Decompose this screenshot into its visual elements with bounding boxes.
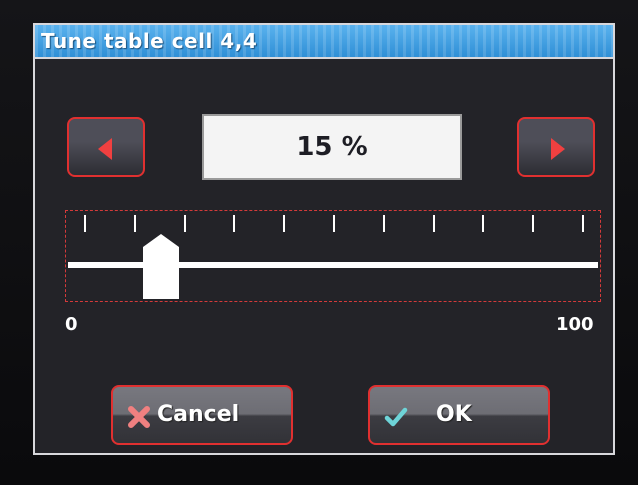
cancel-label: Cancel — [157, 402, 240, 427]
slider-tick — [333, 215, 335, 232]
arrow-right-icon — [551, 138, 565, 160]
slider-tick — [283, 215, 286, 232]
x-mark-icon — [128, 406, 150, 428]
slider-tick — [382, 215, 385, 232]
checkmark-icon — [384, 407, 408, 427]
ok-button[interactable]: OK — [368, 385, 550, 445]
increment-button[interactable] — [517, 117, 595, 177]
ok-label: OK — [436, 402, 472, 427]
cancel-button[interactable]: Cancel — [111, 385, 293, 445]
slider-tick — [233, 215, 236, 232]
arrow-left-icon — [98, 138, 112, 160]
slider-tick — [183, 215, 186, 232]
dialog-title: Tune table cell 4,4 — [41, 29, 258, 53]
slider-thumb[interactable] — [141, 233, 181, 300]
slider-tick — [532, 215, 535, 232]
value-slider[interactable] — [65, 210, 601, 302]
value-text: 15 % — [296, 132, 368, 162]
title-bar: Tune table cell 4,4 — [35, 25, 613, 59]
dialog-screen: Tune table cell 4,4 15 % 0 100 Cancel OK — [33, 23, 615, 455]
slider-min-label: 0 — [65, 314, 78, 335]
slider-max-label: 100 — [556, 314, 594, 335]
decrement-button[interactable] — [67, 117, 145, 177]
slider-tick — [133, 215, 136, 232]
value-display: 15 % — [202, 114, 462, 180]
slider-tick — [582, 215, 584, 232]
slider-tick — [432, 215, 435, 232]
slider-tick — [84, 215, 86, 232]
slider-tick — [482, 215, 485, 232]
